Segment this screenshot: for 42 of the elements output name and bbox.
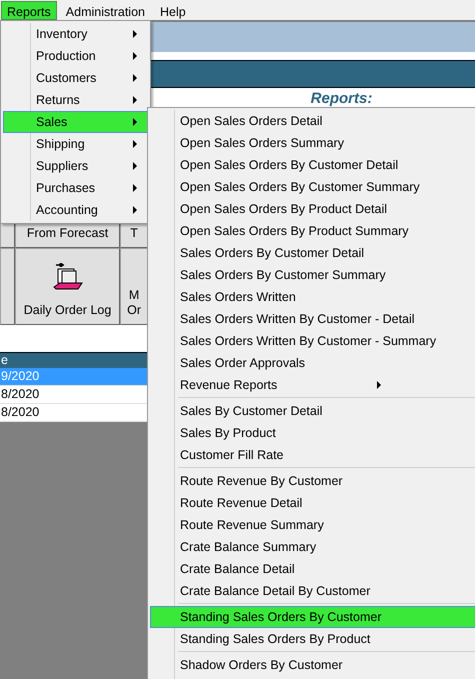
menu-item[interactable]: Crate Balance Detail: [150, 558, 475, 580]
menu-item[interactable]: Sales Orders Written By Customer - Summary: [150, 330, 475, 352]
menu-item[interactable]: Accounting: [3, 199, 148, 221]
menu-item[interactable]: Sales By Product: [150, 422, 475, 444]
menu-item[interactable]: Shadow Orders By Customer: [150, 654, 475, 676]
menu-item[interactable]: Inventory: [3, 23, 148, 45]
menu-item[interactable]: Open Sales Orders Detail: [150, 110, 475, 132]
menu-item[interactable]: Revenue Reports: [150, 374, 475, 396]
menu-item[interactable]: Sales Orders By Customer Summary: [150, 264, 475, 286]
menu-item[interactable]: Open Sales Orders By Customer Summary: [150, 176, 475, 198]
menu-item[interactable]: Shipping: [3, 133, 148, 155]
menu-item[interactable]: Standing Sales Orders By Customer: [150, 606, 475, 628]
menu-bar-item[interactable]: Administration: [60, 1, 151, 20]
toolbar-button[interactable]: Daily Order Log: [14, 248, 120, 325]
menu-item[interactable]: Standing Sales Orders By Product: [150, 628, 475, 650]
menu-item[interactable]: Customers: [3, 67, 148, 89]
menu-bar-item[interactable]: Reports: [1, 1, 57, 20]
menu-item[interactable]: Open Sales Orders By Product Summary: [150, 220, 475, 242]
menu-item[interactable]: Purchases: [3, 177, 148, 199]
menu-item[interactable]: Route Revenue Detail: [150, 492, 475, 514]
menu-item[interactable]: Returns: [3, 89, 148, 111]
menu-item[interactable]: Route Revenue By Customer: [150, 470, 475, 492]
menu-item[interactable]: Crate Balance Summary: [150, 536, 475, 558]
column-header: e: [0, 353, 8, 368]
menu-item[interactable]: Crate Balance Detail By Customer: [150, 580, 475, 602]
menu-item[interactable]: Customer Fill Rate: [150, 444, 475, 466]
menu-item[interactable]: Open Sales Orders Summary: [150, 132, 475, 154]
menu-item[interactable]: Sales Order Approvals: [150, 352, 475, 374]
toolbar-button[interactable]: M Or: [120, 248, 148, 325]
menu-item[interactable]: Open Sales Orders By Customer Detail: [150, 154, 475, 176]
menu-item[interactable]: Sales Orders Written: [150, 286, 475, 308]
menu-item[interactable]: Sales: [3, 111, 148, 133]
menu-item[interactable]: Suppliers: [3, 155, 148, 177]
toolbar-button[interactable]: [0, 248, 15, 325]
menu-item[interactable]: Production: [3, 45, 148, 67]
menu-item[interactable]: Open Sales Orders By Product Detail: [150, 198, 475, 220]
menu-bar-item[interactable]: Help: [154, 1, 192, 20]
menu-item[interactable]: Route Revenue Summary: [150, 514, 475, 536]
menu-item[interactable]: Sales Orders Written By Customer - Detail: [150, 308, 475, 330]
menu-item[interactable]: Sales By Customer Detail: [150, 400, 475, 422]
menu-item[interactable]: Sales Orders By Customer Detail: [150, 242, 475, 264]
reports-heading: Reports:: [310, 91, 372, 107]
